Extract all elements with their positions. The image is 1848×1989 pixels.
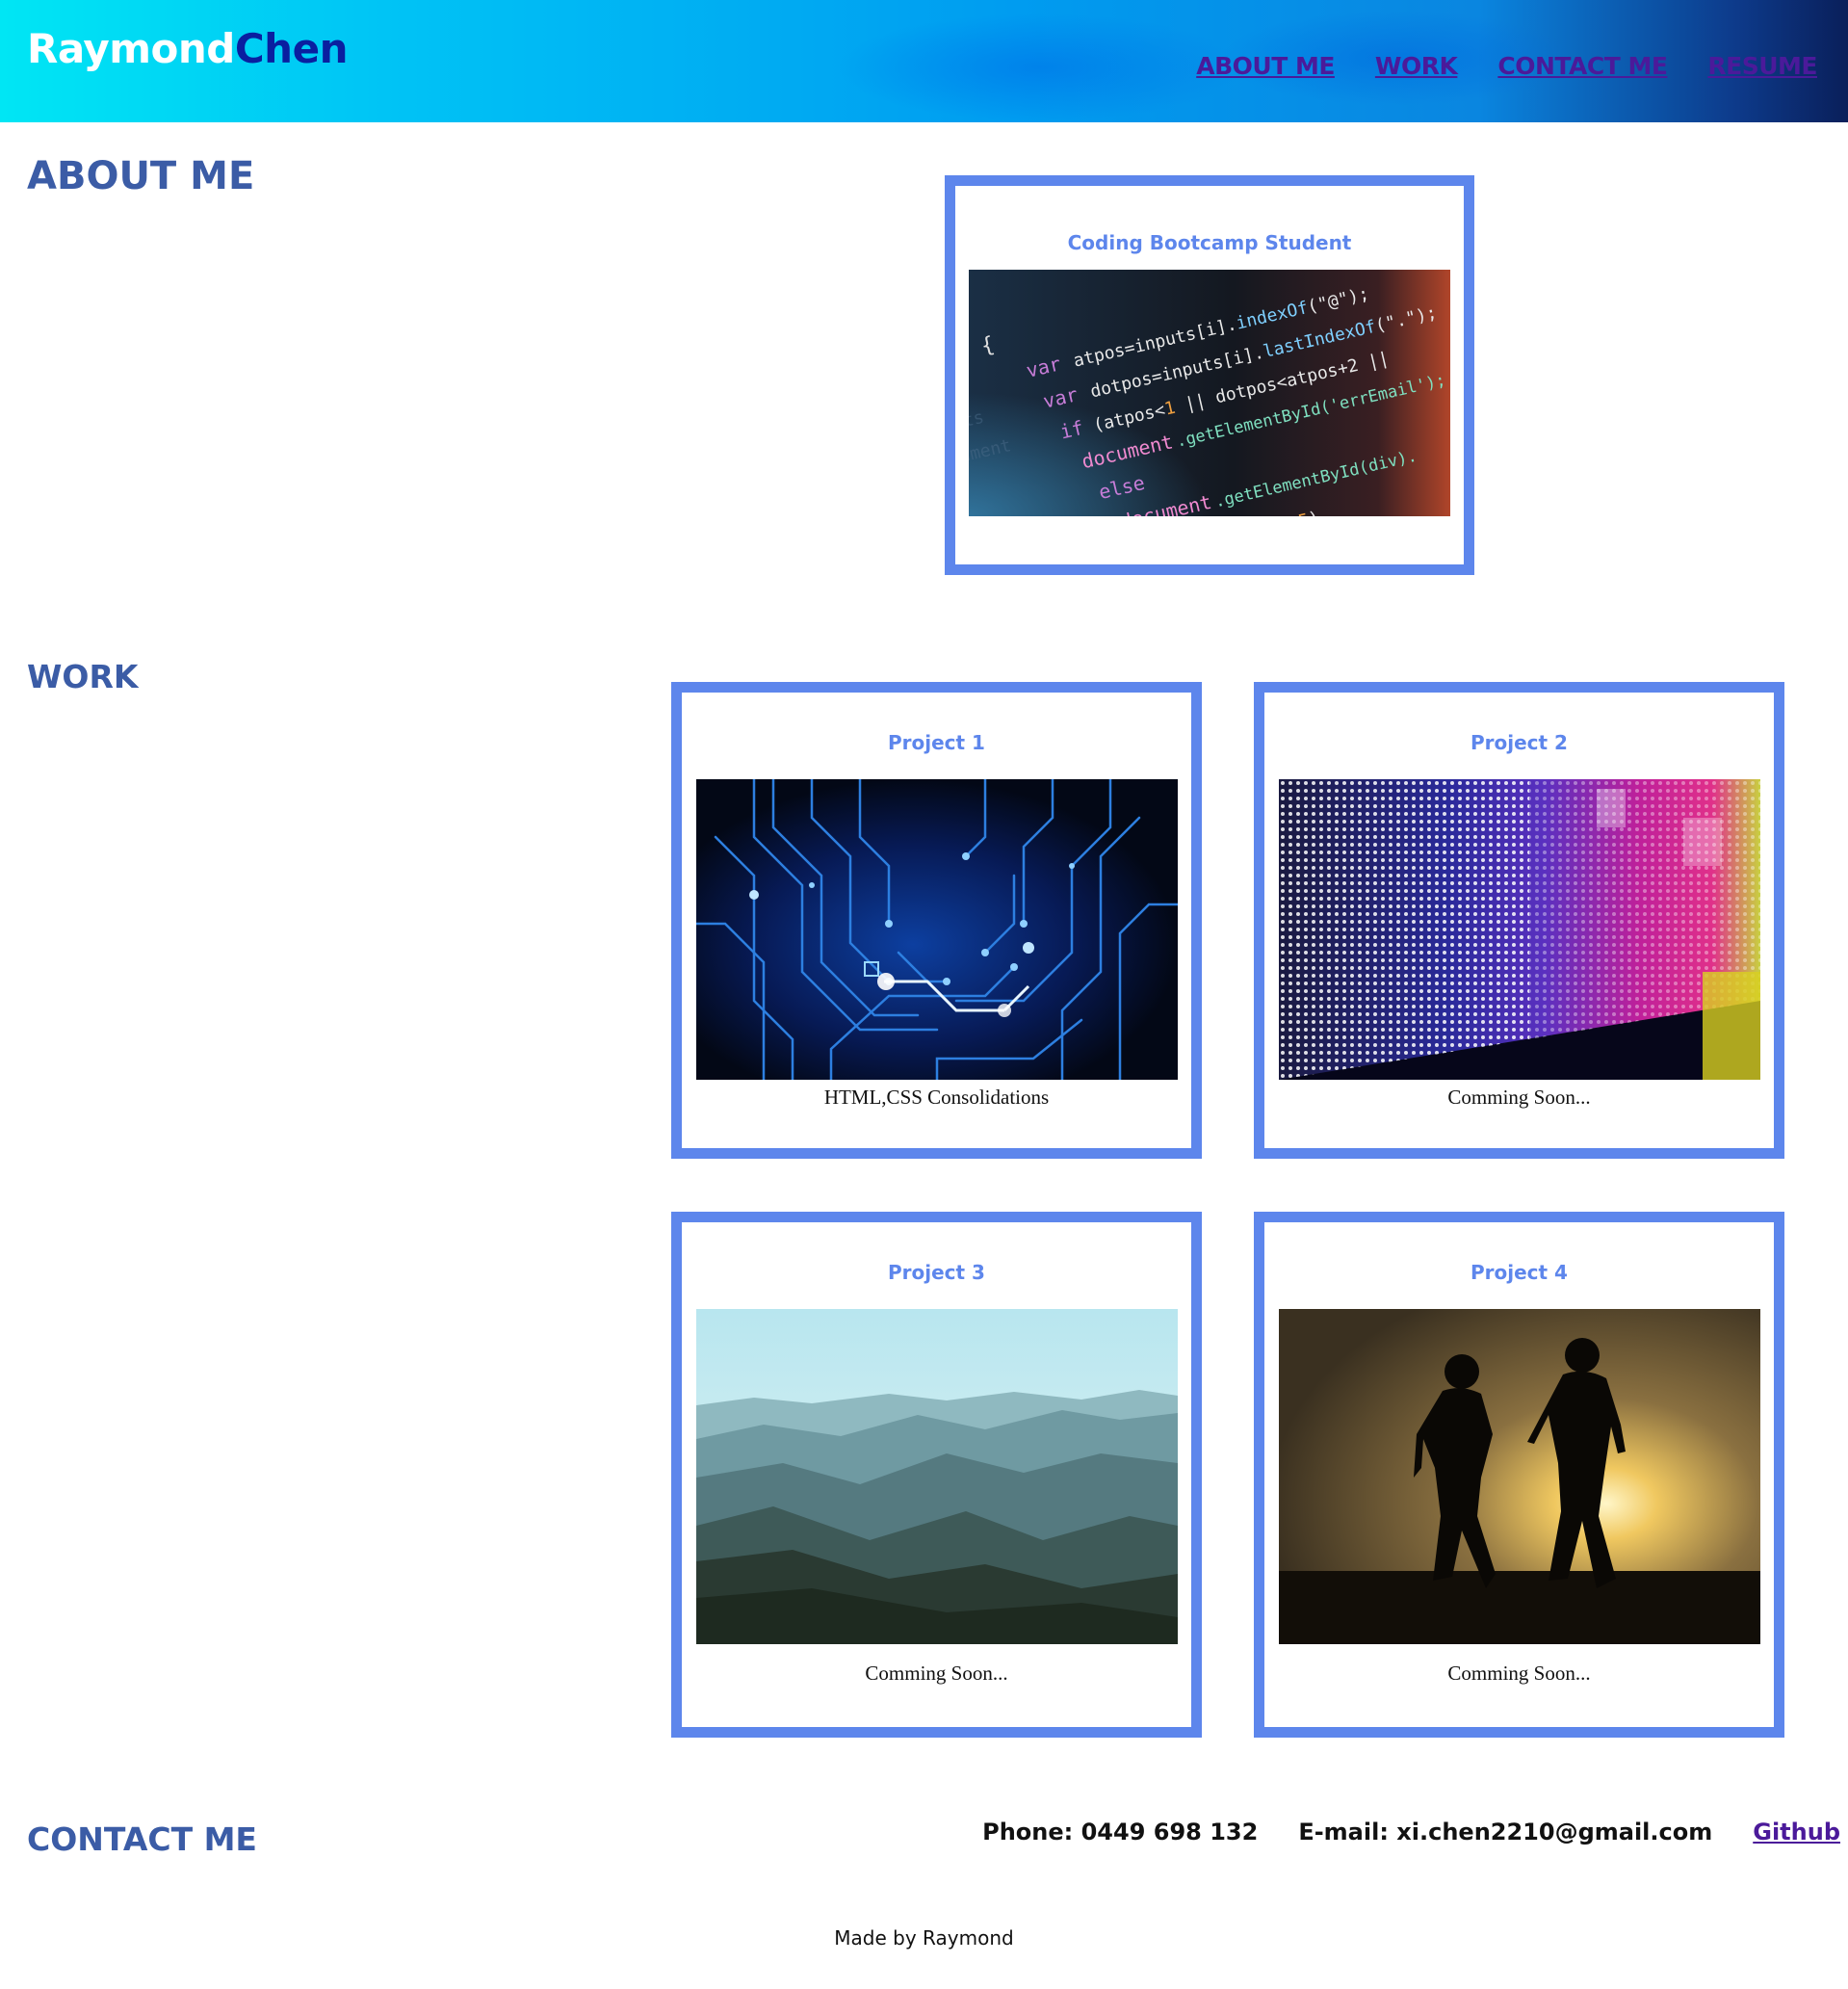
project-title: Project 4 [1471, 1261, 1568, 1284]
project-card-2[interactable]: Project 2 Comming Soon... [1254, 682, 1784, 1159]
site-header: RaymondChen ABOUT ME WORK CONTACT ME RES… [0, 0, 1848, 122]
code-screen-image: { var atpos=inputs[i].indexOf("@"); var … [969, 270, 1450, 516]
project-title: Project 2 [1471, 731, 1568, 754]
about-me-heading: ABOUT ME [27, 154, 255, 198]
contact-info: Phone: 0449 698 132 E-mail: xi.chen2210@… [982, 1819, 1840, 1845]
project-caption: HTML,CSS Consolidations [823, 1086, 1050, 1109]
footer-text: Made by Raymond [834, 1926, 1014, 1950]
led-display-image [1278, 779, 1760, 1080]
project-card-1[interactable]: Project 1 HTML,CSS Consolidations [671, 682, 1202, 1159]
logo-last-name: Chen [234, 25, 349, 72]
project-title: Project 1 [888, 731, 985, 754]
nav-link-work[interactable]: WORK [1375, 52, 1458, 80]
mountains-image [695, 1309, 1178, 1644]
nav-link-contact-me[interactable]: CONTACT ME [1497, 52, 1668, 80]
about-card: Coding Bootcamp Student { var atpos=inpu… [945, 175, 1474, 575]
project-caption: Comming Soon... [865, 1662, 1008, 1685]
project-caption: Comming Soon... [1447, 1662, 1591, 1685]
logo-first-name: Raymond [27, 25, 235, 72]
project-title: Project 3 [888, 1261, 985, 1284]
project-card-3[interactable]: Project 3 Comming Soon... [671, 1212, 1202, 1738]
work-heading: WORK [27, 658, 139, 695]
nav-link-resume[interactable]: RESUME [1707, 52, 1817, 80]
circuit-board-image [695, 779, 1178, 1080]
project-card-4[interactable]: Project 4 Comming Soon... [1254, 1212, 1784, 1738]
phone-number: Phone: 0449 698 132 [982, 1819, 1259, 1845]
email-address: E-mail: xi.chen2210@gmail.com [1298, 1819, 1713, 1845]
site-footer: Made by Raymond [0, 1926, 1848, 1950]
project-caption: Comming Soon... [1447, 1086, 1591, 1109]
about-card-title: Coding Bootcamp Student [1067, 231, 1352, 254]
main-nav: ABOUT ME WORK CONTACT ME RESUME [1196, 52, 1817, 80]
site-logo[interactable]: RaymondChen [27, 25, 348, 72]
runners-silhouette-image [1278, 1309, 1760, 1644]
github-link[interactable]: Github [1753, 1819, 1840, 1845]
contact-me-heading: CONTACT ME [27, 1820, 257, 1858]
nav-link-about-me[interactable]: ABOUT ME [1196, 52, 1335, 80]
